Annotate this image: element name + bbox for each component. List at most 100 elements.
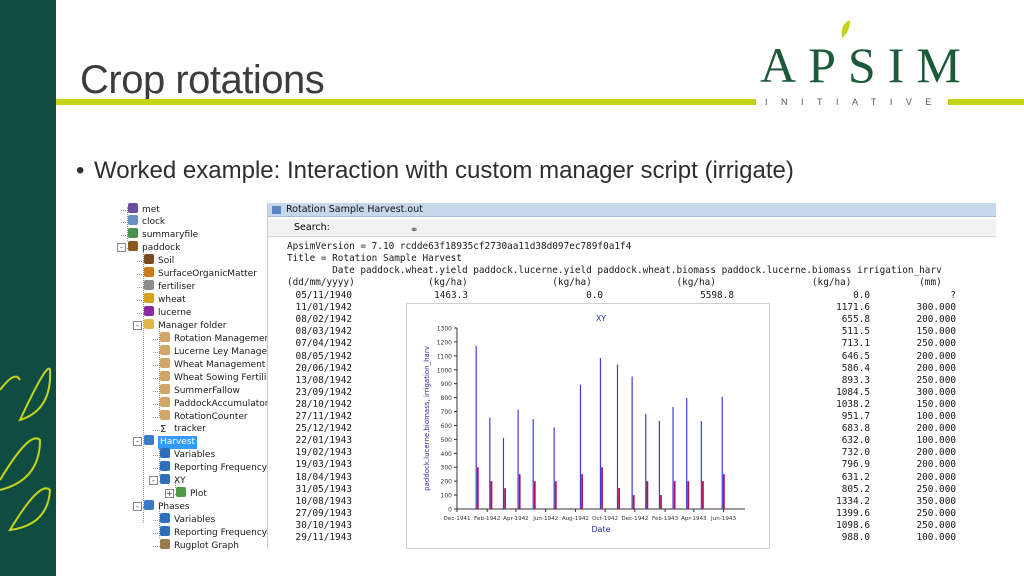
tree-guide-line [153,546,160,547]
expand-icon[interactable]: + [165,489,174,498]
tree-item-variables[interactable]: Variables [160,513,215,526]
output-cell-wheat-biomass: 5598.8 [700,290,734,301]
tree-guide-line [137,274,144,275]
x-tick-label: Feb-1942 [474,516,500,522]
bullet-text: Worked example: Interaction with custom … [94,157,794,184]
manager-icon [160,358,170,368]
y-tick-label: 600 [441,423,453,430]
folder-icon [144,319,154,329]
output-cell-irrigation: 200.000 [916,314,956,326]
tree-item-wheat[interactable]: wheat [144,293,186,306]
sidebar-decoration [0,0,56,576]
output-cell-irrigation: 100.000 [916,411,956,422]
tree-guide-line [137,300,144,301]
collapse-icon[interactable]: - [133,502,142,511]
plot-icon [176,487,186,497]
manager-icon [160,410,170,420]
simulation-tree[interactable]: met clock summaryfile - paddock Soil SurfaceOr… [108,203,287,552]
xy-chart-svg: XY Date paddock.lucerne.biomass, irrigatio… [423,314,745,534]
output-cell-irrigation: 250.000 [916,483,956,495]
output-cell-irrigation: 150.000 [916,326,956,338]
soil-icon [144,254,154,264]
x-tick-label: Dec-1942 [621,516,648,522]
tree-item-wheat-sowing-fertiliser[interactable]: Wheat Sowing Fertiliser [160,371,280,384]
summary-icon [128,228,138,238]
tree-item-paddockaccumulator[interactable]: PaddockAccumulator [160,397,268,410]
output-cell-date: 30/10/1943 [295,519,352,531]
tree-item-label: Plot [190,489,207,499]
variables-icon [160,448,170,458]
manager-icon [160,397,170,407]
tree-item-paddock[interactable]: paddock [128,241,180,254]
chart-title: XY [596,314,606,323]
collapse-icon[interactable]: - [149,476,158,485]
output-file-tab[interactable]: Rotation Sample Harvest.out [268,203,996,217]
tree-item-fertiliser[interactable]: fertiliser [144,280,195,293]
title-underline [56,99,756,105]
collapse-icon[interactable]: - [133,321,142,330]
tree-item-clock[interactable]: clock [128,215,165,228]
frequency-icon [160,526,170,536]
binoculars-icon[interactable]: ⚭ [410,222,418,240]
y-tick-label: 100 [441,493,453,500]
output-cell-date: 10/08/1943 [295,495,352,507]
logo-subtitle: INITIATIVE [765,97,945,107]
tree-guide-line [137,313,144,314]
tree-item-plot[interactable]: Plot [176,487,207,500]
tree-item-summaryfile[interactable]: summaryfile [128,228,198,241]
bullet-point: • Worked example: Interaction with custom… [76,157,794,185]
tree-item-wheat-management[interactable]: Wheat Management [160,358,265,371]
output-cell-date: 29/11/1943 [295,532,352,543]
collapse-icon[interactable]: - [133,437,142,446]
output-cell-wheat-yield: 1463.3 [434,290,468,301]
collapse-icon[interactable]: - [117,243,126,252]
tree-guide-line [153,455,160,456]
tree-item-rotation-management[interactable]: Rotation Management [160,332,274,345]
output-cell-date: 08/02/1942 [295,314,352,326]
output-cell-date: 13/08/1942 [295,374,352,386]
manager-icon [160,384,170,394]
title-underline-right [948,99,1024,105]
x-tick-label: Aug-1942 [562,516,589,522]
y-tick-label: 500 [441,437,453,444]
output-cell-date: 05/11/1940 [295,290,352,301]
tree-item-reporting-frequency[interactable]: Reporting Frequency [160,461,267,474]
tree-guide-line [153,468,160,469]
output-cell-irrigation: 250.000 [916,338,956,350]
output-cell-date: 23/09/1942 [295,386,352,398]
output-cell-date: 19/03/1943 [295,459,352,471]
output-cell-date: 19/02/1943 [295,447,352,459]
tree-guide-line [153,339,160,340]
clock-icon [128,215,138,225]
output-cell-lucerne-yield: 0.0 [586,290,603,301]
tree-item-variables[interactable]: Variables [160,448,215,461]
output-cell-date: 27/11/1942 [295,411,352,422]
tree-item-rotationcounter[interactable]: RotationCounter [160,410,248,423]
tree-item-soil[interactable]: Soil [144,254,174,267]
tree-item-rugplot-graph[interactable]: Rugplot Graph [160,539,239,552]
tree-item-summerfallow[interactable]: SummerFallow [160,384,240,397]
tree-item-lucerne[interactable]: lucerne [144,306,191,319]
output-file-panel: Rotation Sample Harvest.out Search: ⚭ Ap… [267,203,996,549]
output-cell-date: 11/01/1942 [295,302,352,314]
y-tick-label: 400 [441,451,453,458]
output-cell-irrigation: 350.000 [916,495,956,507]
tree-item-phases[interactable]: Phases [144,500,190,513]
x-axis-label: Date [591,525,610,534]
output-cell-irrigation: ? [950,290,956,301]
tree-item-surfaceorganicmatter[interactable]: SurfaceOrganicMatter [144,267,257,280]
version-line: ApsimVersion = 7.10 rcdde63f18935cf2730a… [287,241,632,252]
xy-chart: XY Date paddock.lucerne.biomass, irrigatio… [406,303,770,549]
bullet-dot-icon: • [76,157,85,184]
column-header-line: Date paddock.wheat.yield paddock.lucerne… [287,265,942,276]
x-tick-label: Apr-1943 [681,516,707,522]
tree-item-harvest[interactable]: Harvest [144,435,198,449]
output-cell-date: 18/04/1943 [295,471,352,483]
output-cell-irrigation: 250.000 [916,374,956,386]
tree-item-xy[interactable]: XY [160,474,186,487]
output-file-icon [144,500,154,510]
file-icon [272,206,281,214]
tree-item-manager-folder[interactable]: Manager folder [144,319,226,332]
output-cell-irrigation: 200.000 [916,471,956,483]
tree-item-reporting-frequency[interactable]: Reporting Frequency [160,526,267,539]
